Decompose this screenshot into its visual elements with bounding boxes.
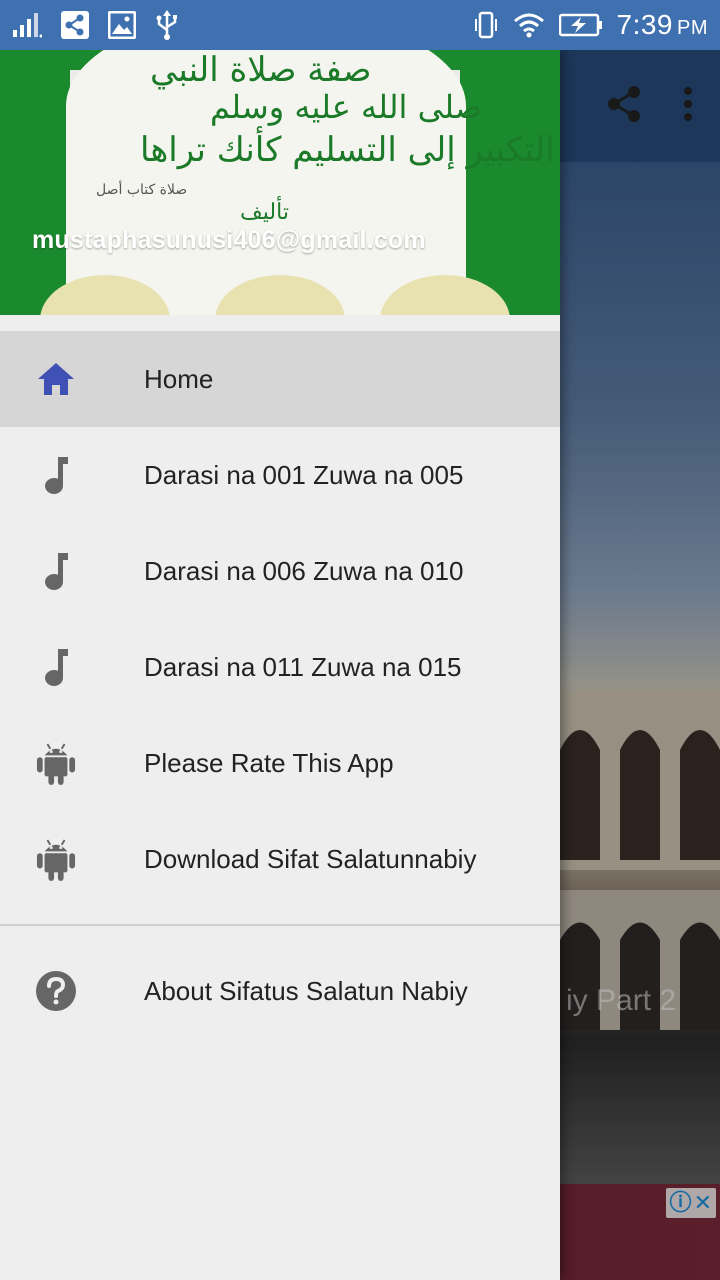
drawer-menu: Home Darasi na 001 Zuwa na 005 Darasi na… [0, 331, 560, 1039]
menu-item-label: Darasi na 011 Zuwa na 015 [144, 651, 462, 682]
calligraphy-title: صفة صلاة النبي [150, 50, 372, 90]
signal-icon [12, 12, 42, 38]
menu-item-label: About Sifatus Salatun Nabiy [144, 975, 468, 1006]
wifi-icon [513, 12, 545, 38]
menu-divider [0, 924, 560, 926]
image-notification-icon [108, 11, 136, 39]
android-icon [36, 743, 76, 785]
menu-item-darasi-006-010[interactable]: Darasi na 006 Zuwa na 010 [0, 523, 560, 619]
menu-item-label: Darasi na 006 Zuwa na 010 [144, 555, 464, 586]
clock: 7:39 PM [616, 9, 708, 40]
menu-item-label: Home [144, 363, 214, 394]
menu-item-rate-app[interactable]: Please Rate This App [0, 715, 560, 811]
status-bar: 7:39 PM [0, 0, 720, 50]
music-note-icon [36, 551, 76, 591]
android-icon [36, 839, 76, 881]
menu-item-label: Please Rate This App [144, 747, 394, 778]
calligraphy-subtitle: من التكبير إلى التسليم كأنك تراها [140, 130, 560, 170]
menu-item-download-sifat[interactable]: Download Sifat Salatunnabiy [0, 811, 560, 907]
calligraphy-line: صلى الله عليه وسلم [210, 88, 482, 126]
menu-item-label: Darasi na 001 Zuwa na 005 [144, 459, 464, 490]
usb-icon [154, 10, 180, 40]
home-icon [36, 359, 76, 399]
menu-item-darasi-001-005[interactable]: Darasi na 001 Zuwa na 005 [0, 427, 560, 523]
menu-item-label: Download Sifat Salatunnabiy [144, 843, 477, 874]
music-note-icon [36, 647, 76, 687]
menu-item-home[interactable]: Home [0, 331, 560, 427]
help-icon [36, 971, 76, 1011]
account-email: mustaphasunusi406@gmail.com [32, 226, 426, 254]
menu-item-darasi-011-015[interactable]: Darasi na 011 Zuwa na 015 [0, 619, 560, 715]
calligraphy-note: صلاة كتاب أصل [96, 182, 188, 198]
battery-charging-icon [558, 13, 603, 37]
calligraphy-author: تأليف [240, 200, 289, 225]
music-note-icon [36, 455, 76, 495]
drawer-header: صفة صلاة النبي صلى الله عليه وسلم من الت… [0, 50, 560, 315]
share-notification-icon [60, 10, 90, 40]
vibrate-icon [473, 11, 499, 39]
menu-item-about[interactable]: About Sifatus Salatun Nabiy [0, 943, 560, 1039]
navigation-drawer: صفة صلاة النبي صلى الله عليه وسلم من الت… [0, 50, 560, 1280]
